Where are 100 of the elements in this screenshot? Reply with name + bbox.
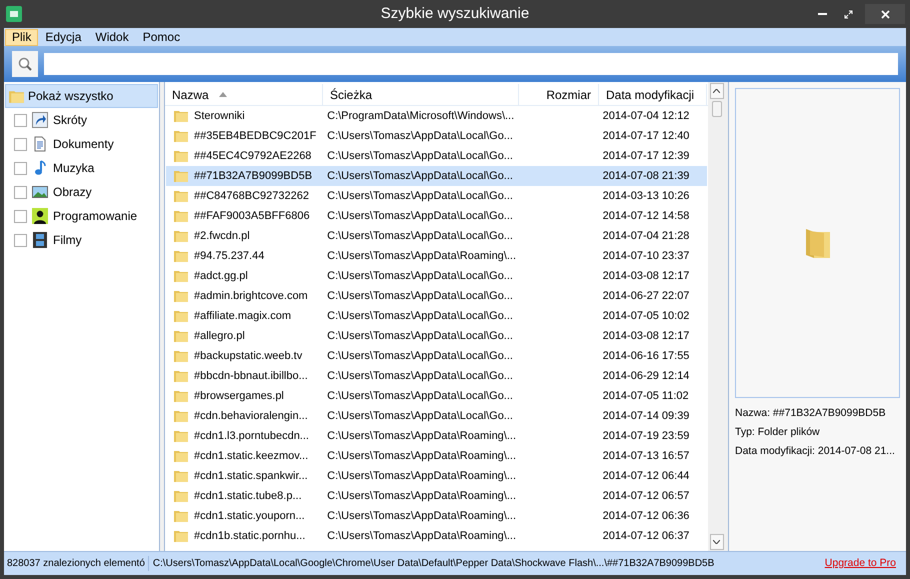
folder-icon bbox=[173, 348, 189, 364]
filter-label[interactable]: Filmy bbox=[53, 231, 82, 249]
table-row[interactable]: ##35EB4BEDBC9C201F C:\Users\Tomasz\AppData\Local\Go... 2014-07-17 12:40 bbox=[166, 126, 707, 146]
column-header[interactable]: Ścieżka bbox=[323, 84, 519, 105]
file-name: #cdn1.static.spankwir... bbox=[194, 468, 308, 484]
file-name: #admin.brightcove.com bbox=[194, 288, 308, 304]
file-name: ##C84768BC92732262 bbox=[194, 188, 309, 204]
film-strip-icon bbox=[32, 232, 48, 248]
table-row[interactable]: #94.75.237.44 C:\Users\Tomasz\AppData\Roaming\... 2014-07-10 23:37 bbox=[166, 246, 707, 266]
file-path: C:\Users\Tomasz\AppData\Local\Go... bbox=[326, 368, 514, 384]
search-icon bbox=[17, 56, 33, 72]
table-row[interactable]: #cdn1b.static.pornhu... C:\Users\Tomasz\AppData\Roaming\... 2014-07-12 06:37 bbox=[166, 526, 707, 546]
column-header[interactable]: Rozmiar bbox=[519, 84, 599, 105]
modified-date: 2014-07-05 11:02 bbox=[602, 388, 690, 404]
table-row[interactable]: ##C84768BC92732262 C:\Users\Tomasz\AppData\Local\Go... 2014-03-13 10:26 bbox=[166, 186, 707, 206]
result-count: 828037 znalezionych elementó bbox=[4, 556, 149, 571]
table-row[interactable]: #cdn1.static.keezmov... C:\Users\Tomasz\AppData\Roaming\... 2014-07-13 16:57 bbox=[166, 446, 707, 466]
table-row[interactable]: #2.fwcdn.pl C:\Users\Tomasz\AppData\Local\Go... 2014-07-04 21:28 bbox=[166, 226, 707, 246]
detail-line: Typ: Folder plików bbox=[735, 424, 821, 440]
table-row[interactable]: #cdn1.static.tube8.p... C:\Users\Tomasz\AppData\Roaming\... 2014-07-12 06:57 bbox=[166, 486, 707, 506]
filter-label[interactable]: Obrazy bbox=[53, 183, 92, 201]
table-row[interactable]: ##45EC4C9792AE2268 C:\Users\Tomasz\AppData\Local\Go... 2014-07-17 12:39 bbox=[166, 146, 707, 166]
table-row[interactable]: #cdn1.static.spankwir... C:\Users\Tomasz\AppData\Roaming\... 2014-07-12 06:44 bbox=[166, 466, 707, 486]
scroll-down-icon[interactable] bbox=[713, 540, 720, 544]
modified-date: 2014-06-27 22:07 bbox=[602, 288, 690, 304]
search-button[interactable] bbox=[12, 51, 38, 77]
filter-label[interactable]: Muzyka bbox=[53, 159, 94, 177]
filter-label[interactable]: Programowanie bbox=[53, 207, 138, 225]
folder-icon bbox=[173, 288, 189, 304]
folder-icon bbox=[173, 188, 189, 204]
menu-item[interactable]: Plik bbox=[5, 28, 38, 46]
window-title: Szybkie wyszukiwanie bbox=[380, 4, 530, 24]
sort-arrow-icon bbox=[218, 92, 227, 97]
column-header[interactable]: Nazwa bbox=[165, 84, 323, 105]
checkbox[interactable] bbox=[14, 186, 27, 198]
table-row[interactable]: #bbcdn-bbnaut.ibillbo... C:\Users\Tomasz\AppData\Local\Go... 2014-06-29 12:14 bbox=[166, 366, 707, 386]
folder-icon bbox=[173, 148, 189, 164]
folder-icon bbox=[173, 408, 189, 424]
table-row[interactable]: #allegro.pl C:\Users\Tomasz\AppData\Local\Go... 2014-03-08 12:17 bbox=[166, 326, 707, 346]
file-path: C:\Users\Tomasz\AppData\Local\Go... bbox=[326, 348, 514, 364]
file-path: C:\Users\Tomasz\AppData\Local\Go... bbox=[326, 148, 514, 164]
file-name: #2.fwcdn.pl bbox=[194, 228, 250, 244]
table-row[interactable]: #cdn1.static.youporn... C:\Users\Tomasz\AppData\Roaming\... 2014-07-12 06:36 bbox=[166, 506, 707, 526]
modified-date: 2014-07-12 06:57 bbox=[602, 488, 690, 504]
menu-item[interactable]: Edycja bbox=[38, 28, 88, 46]
table-row[interactable]: #admin.brightcove.com C:\Users\Tomasz\AppData\Local\Go... 2014-06-27 22:07 bbox=[166, 286, 707, 306]
close-button[interactable] bbox=[865, 4, 905, 24]
upgrade-link[interactable]: Upgrade to Pro bbox=[824, 556, 896, 572]
file-name: ##FAF9003A5BFF6806 bbox=[194, 208, 310, 224]
file-name: #cdn1.l3.porntubecdn... bbox=[194, 428, 309, 444]
file-name: ##45EC4C9792AE2268 bbox=[194, 148, 312, 164]
sidebar-item[interactable]: Pokaż wszystko bbox=[5, 84, 158, 108]
table-row[interactable]: ##71B32A7B9099BD5B C:\Users\Tomasz\AppData\Local\Go... 2014-07-08 21:39 bbox=[166, 166, 707, 186]
table-row[interactable]: #backupstatic.weeb.tv C:\Users\Tomasz\AppData\Local\Go... 2014-06-16 17:55 bbox=[166, 346, 707, 366]
modified-date: 2014-07-17 12:39 bbox=[602, 148, 690, 164]
modified-date: 2014-07-12 06:36 bbox=[602, 508, 690, 524]
menu-item[interactable]: Pomoc bbox=[136, 28, 188, 46]
file-name: #cdn1b.static.pornhu... bbox=[194, 528, 306, 544]
file-path: C:\Users\Tomasz\AppData\Local\Go... bbox=[326, 188, 514, 204]
file-name: #cdn.behavioralengin... bbox=[194, 408, 308, 424]
checkbox[interactable] bbox=[14, 210, 27, 222]
file-path: C:\Users\Tomasz\AppData\Roaming\... bbox=[326, 448, 518, 464]
checkbox[interactable] bbox=[14, 234, 27, 246]
folder-icon bbox=[173, 368, 189, 384]
modified-date: 2014-03-08 12:17 bbox=[602, 268, 690, 284]
folder-icon bbox=[173, 108, 189, 124]
scrollbar[interactable] bbox=[708, 82, 725, 551]
scroll-thumb[interactable] bbox=[712, 101, 722, 117]
folder-icon bbox=[173, 508, 189, 524]
folder-icon bbox=[173, 128, 189, 144]
file-path: C:\Users\Tomasz\AppData\Local\Go... bbox=[326, 128, 514, 144]
file-path: C:\Users\Tomasz\AppData\Roaming\... bbox=[326, 248, 518, 264]
folder-icon bbox=[173, 268, 189, 284]
table-row[interactable]: #adct.gg.pl C:\Users\Tomasz\AppData\Local\Go... 2014-03-08 12:17 bbox=[166, 266, 707, 286]
scroll-up-icon[interactable] bbox=[713, 89, 720, 93]
checkbox[interactable] bbox=[14, 138, 27, 150]
folder-icon bbox=[173, 328, 189, 344]
table-row[interactable]: #browsergames.pl C:\Users\Tomasz\AppData\Local\Go... 2014-07-05 11:02 bbox=[166, 386, 707, 406]
file-path: C:\Users\Tomasz\AppData\Roaming\... bbox=[326, 428, 518, 444]
checkbox[interactable] bbox=[14, 162, 27, 174]
filter-label[interactable]: Skróty bbox=[53, 111, 88, 129]
table-row[interactable]: #cdn1.l3.porntubecdn... C:\Users\Tomasz\AppData\Roaming\... 2014-07-19 23:59 bbox=[166, 426, 707, 446]
file-name: #affiliate.magix.com bbox=[194, 308, 292, 324]
filter-label[interactable]: Dokumenty bbox=[53, 135, 114, 153]
menu-item[interactable]: Widok bbox=[88, 28, 136, 46]
file-path: C:\Users\Tomasz\AppData\Local\Go... bbox=[326, 288, 514, 304]
table-row[interactable]: Sterowniki C:\ProgramData\Microsoft\Windows\... 2014-07-04 12:12 bbox=[166, 106, 707, 126]
checkbox[interactable] bbox=[14, 114, 27, 126]
search-field[interactable] bbox=[44, 53, 898, 75]
detail-line: Nazwa: ##71B32A7B9099BD5B bbox=[735, 406, 887, 421]
column-header[interactable]: Data modyfikacji bbox=[599, 84, 707, 105]
folder-icon bbox=[173, 168, 189, 184]
maximize-icon bbox=[844, 10, 852, 18]
folder-icon bbox=[173, 448, 189, 464]
file-path: C:\Users\Tomasz\AppData\Roaming\... bbox=[326, 468, 518, 484]
table-row[interactable]: #affiliate.magix.com C:\Users\Tomasz\AppData\Local\Go... 2014-07-05 10:02 bbox=[166, 306, 707, 326]
file-name: #browsergames.pl bbox=[194, 388, 284, 404]
file-path: C:\Users\Tomasz\AppData\Local\Go... bbox=[326, 308, 514, 324]
table-row[interactable]: #cdn.behavioralengin... C:\Users\Tomasz\AppData\Local\Go... 2014-07-14 09:39 bbox=[166, 406, 707, 426]
table-row[interactable]: ##FAF9003A5BFF6806 C:\Users\Tomasz\AppData\Local\Go... 2014-07-12 14:58 bbox=[166, 206, 707, 226]
